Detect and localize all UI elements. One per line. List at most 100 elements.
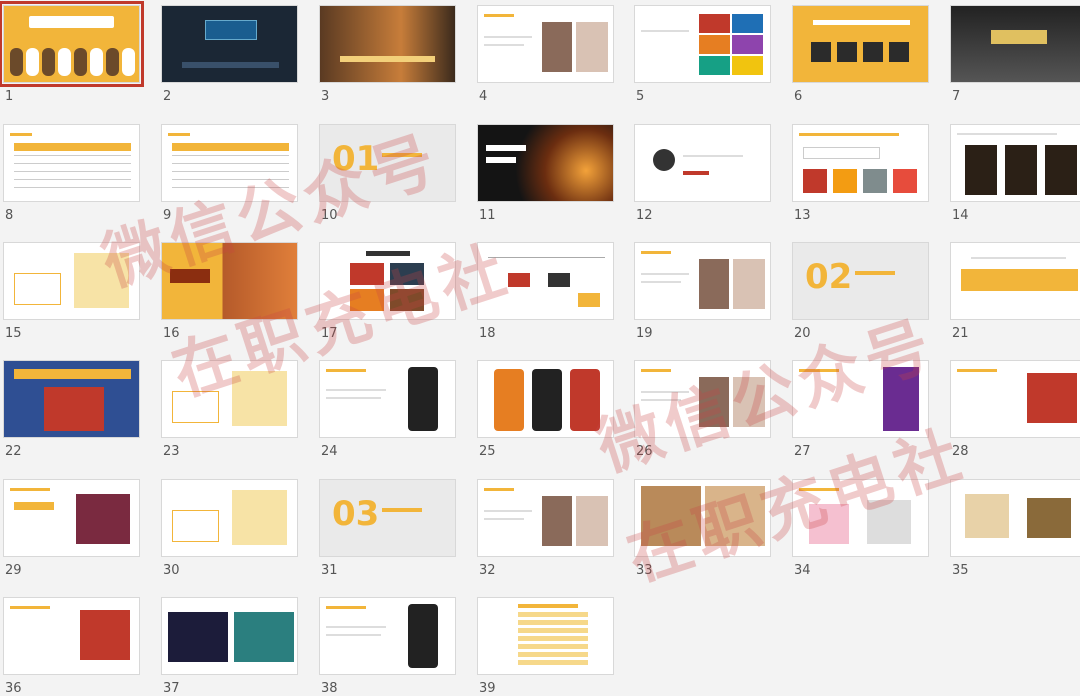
slide-number: 11 (479, 208, 496, 223)
text-bar (486, 145, 526, 151)
title-bar (641, 369, 671, 372)
title-bar (518, 604, 578, 608)
slide-preview[interactable]: 01 (319, 124, 456, 202)
slide-preview[interactable] (3, 124, 140, 202)
slide-preview[interactable] (477, 124, 614, 202)
photo (863, 169, 887, 193)
banner (961, 269, 1078, 291)
slide-preview[interactable] (161, 124, 298, 202)
slide-preview[interactable] (477, 597, 614, 675)
text-line (326, 389, 386, 391)
slide-number: 29 (5, 563, 22, 578)
title-placeholder (29, 16, 114, 28)
slide-preview[interactable] (950, 5, 1080, 83)
slide-preview[interactable] (161, 479, 298, 557)
slide-number: 20 (794, 326, 811, 341)
slide-number: 36 (5, 681, 22, 696)
slide-preview[interactable] (319, 5, 456, 83)
character-figure (122, 48, 135, 76)
slide-preview[interactable] (161, 5, 298, 83)
table-rule (172, 163, 289, 164)
slide-preview[interactable] (950, 479, 1080, 557)
icon-tile (863, 42, 883, 62)
slide-preview[interactable] (634, 479, 771, 557)
flow-box (548, 273, 570, 287)
slide-preview[interactable] (950, 242, 1080, 320)
title-bar (168, 133, 190, 136)
title-bar (799, 488, 839, 491)
slide-preview[interactable] (792, 360, 929, 438)
text-box (803, 147, 880, 159)
slide-number: 17 (321, 326, 338, 341)
text-line (641, 391, 689, 393)
slide-number: 22 (5, 444, 22, 459)
illustration (232, 371, 287, 426)
slide-number: 5 (636, 89, 645, 104)
text-bar (683, 171, 709, 175)
photo (733, 259, 765, 309)
character-figure (26, 48, 39, 76)
slide-preview[interactable]: 03 (319, 479, 456, 557)
slide-number: 18 (479, 326, 496, 341)
icon-tile (837, 42, 857, 62)
slide-preview[interactable] (161, 360, 298, 438)
slide-preview[interactable] (3, 479, 140, 557)
title-bar (326, 606, 366, 609)
table-rule (14, 187, 131, 188)
game-panel (168, 612, 228, 662)
text-bar (855, 271, 895, 275)
slide-number: 19 (636, 326, 653, 341)
slide-preview[interactable] (3, 597, 140, 675)
photo (641, 486, 701, 546)
slide-number: 33 (636, 563, 653, 578)
slide-preview[interactable] (950, 124, 1080, 202)
text-bar (382, 508, 422, 512)
slide-preview[interactable] (792, 124, 929, 202)
text-line (641, 399, 681, 401)
slide-number: 15 (5, 326, 22, 341)
slide-preview[interactable] (0, 1, 144, 87)
slide-preview[interactable] (477, 242, 614, 320)
slide-preview[interactable] (319, 242, 456, 320)
character-figure (106, 48, 119, 76)
slide-preview[interactable] (950, 360, 1080, 438)
title-bar (10, 606, 50, 609)
slide-preview[interactable] (3, 242, 140, 320)
photo (1027, 498, 1071, 538)
slide-number: 32 (479, 563, 496, 578)
photo (390, 289, 424, 311)
illustration (232, 490, 287, 545)
illustration (80, 610, 130, 660)
text-line (484, 44, 524, 46)
table-rule (14, 179, 131, 180)
slide-number: 28 (952, 444, 969, 459)
slide-preview[interactable] (3, 360, 140, 438)
slide-preview[interactable] (477, 479, 614, 557)
table-header (172, 143, 289, 151)
slide-preview[interactable] (792, 5, 929, 83)
slide-preview[interactable]: 02 (792, 242, 929, 320)
table-rule (172, 179, 289, 180)
slide-preview[interactable] (477, 360, 614, 438)
title-bar (484, 14, 514, 17)
slide-sorter-grid: 1 2 3 4 5 6 7 8 9 01 10 11 12 13 14 15 16 17 18 19 02 20 21 22 2… (0, 0, 1080, 696)
slide-preview[interactable] (319, 360, 456, 438)
flow-box (508, 273, 530, 287)
slide-preview[interactable] (319, 597, 456, 675)
text-box (14, 273, 61, 305)
slide-number: 2 (163, 89, 172, 104)
phone-mockup (408, 604, 438, 668)
slide-preview[interactable] (634, 242, 771, 320)
section-number: 03 (332, 494, 380, 534)
slide-preview[interactable] (634, 5, 771, 83)
slide-preview[interactable] (477, 5, 614, 83)
title-bar (10, 488, 50, 491)
slide-preview[interactable] (634, 360, 771, 438)
hall-sign (991, 30, 1047, 44)
game-panel (44, 387, 104, 431)
slide-preview[interactable] (161, 597, 298, 675)
slide-preview[interactable] (161, 242, 298, 320)
illustration (1027, 373, 1077, 423)
slide-preview[interactable] (792, 479, 929, 557)
slide-preview[interactable] (634, 124, 771, 202)
